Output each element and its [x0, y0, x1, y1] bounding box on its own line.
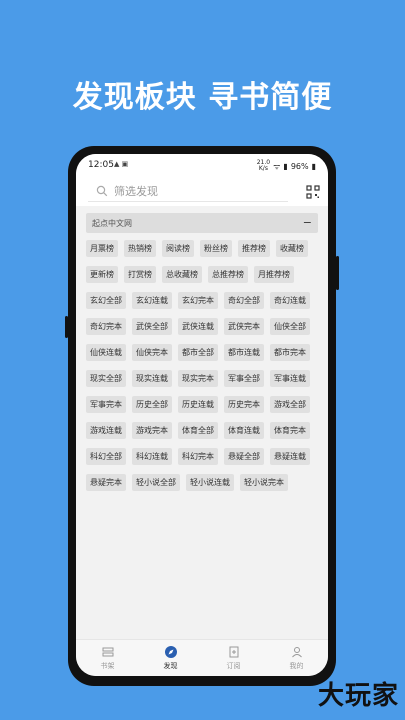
tab-label: 我的	[289, 662, 304, 670]
discover-tag[interactable]: 现实完本	[178, 370, 218, 387]
discover-tag[interactable]: 粉丝榜	[200, 240, 232, 257]
discover-tag[interactable]: 奇幻完本	[86, 318, 126, 335]
discover-tag[interactable]: 科幻全部	[86, 448, 126, 465]
discover-tag[interactable]: 仙侠连载	[86, 344, 126, 361]
tab-bookshelf[interactable]: 书架	[76, 640, 139, 676]
discover-tag[interactable]: 悬疑全部	[224, 448, 264, 465]
tag-list: 月票榜 热销榜 阅读榜 粉丝榜 推荐榜 收藏榜更新榜 打赏榜 总收藏榜 总推荐榜 月推荐榜玄幻全部…	[86, 240, 322, 491]
discover-tag[interactable]: 轻小说全部	[132, 474, 180, 491]
discover-tag[interactable]: 体育全部	[178, 422, 218, 439]
search-bar: 筛选发现	[76, 176, 328, 206]
discover-tag[interactable]: 体育连载	[224, 422, 264, 439]
discover-tag[interactable]: 历史全部	[132, 396, 172, 413]
discover-tag[interactable]: 轻小说完本	[240, 474, 288, 491]
tab-label: 书架	[100, 662, 115, 670]
status-bar: 12:05 ▲ ▣ 21.0 K/s ᯤ ▮ 96% ▮	[76, 154, 328, 176]
tab-label: 发现	[163, 662, 178, 670]
bottom-tab-bar: 书架 发现 订阅 我的	[76, 639, 328, 676]
discover-tag[interactable]: 阅读榜	[162, 240, 194, 257]
tab-compass[interactable]: 发现	[139, 640, 202, 676]
discover-tag[interactable]: 现实全部	[86, 370, 126, 387]
battery-icon: ▮	[311, 161, 316, 171]
discover-tag[interactable]: 月推荐榜	[254, 266, 294, 283]
subscribe-icon	[229, 646, 238, 658]
collapse-icon[interactable]: −	[303, 217, 312, 228]
status-right: 21.0 K/s ᯤ ▮ 96% ▮	[257, 160, 316, 172]
headline: 发现板块 寻书简便	[72, 80, 333, 115]
discover-tag[interactable]: 军事连载	[270, 370, 310, 387]
discover-tag[interactable]: 游戏完本	[132, 422, 172, 439]
discover-tag[interactable]: 奇幻连载	[270, 292, 310, 309]
discover-tag[interactable]: 奇幻全部	[224, 292, 264, 309]
discover-tag[interactable]: 游戏连载	[86, 422, 126, 439]
discover-tag[interactable]: 军事完本	[86, 396, 126, 413]
discover-tag[interactable]: 仙侠完本	[132, 344, 172, 361]
discover-tag[interactable]: 总推荐榜	[208, 266, 248, 283]
watermark-logo: 大玩家	[317, 681, 399, 711]
discover-tag[interactable]: 玄幻全部	[86, 292, 126, 309]
tab-subscribe[interactable]: 订阅	[202, 640, 265, 676]
network-speed: 21.0 K/s	[256, 159, 271, 172]
tab-label: 订阅	[226, 662, 241, 670]
discover-tag[interactable]: 月票榜	[86, 240, 118, 257]
notification-icons: ▲ ▣	[114, 160, 129, 168]
discover-tag[interactable]: 科幻完本	[178, 448, 218, 465]
discover-tag[interactable]: 军事全部	[224, 370, 264, 387]
discover-tag[interactable]: 都市连载	[224, 344, 264, 361]
discover-tag[interactable]: 仙侠全部	[270, 318, 310, 335]
discover-tag[interactable]: 武侠连载	[178, 318, 218, 335]
discover-tag[interactable]: 都市完本	[270, 344, 310, 361]
discover-tag[interactable]: 现实连载	[132, 370, 172, 387]
discover-tag[interactable]: 热销榜	[124, 240, 156, 257]
discover-tag[interactable]: 历史连载	[178, 396, 218, 413]
discover-tag[interactable]: 玄幻连载	[132, 292, 172, 309]
section-title: 起点中文网	[92, 219, 132, 228]
discover-tag[interactable]: 总收藏榜	[162, 266, 202, 283]
discover-tag[interactable]: 悬疑连载	[270, 448, 310, 465]
discover-tag[interactable]: 历史完本	[224, 396, 264, 413]
discover-tag[interactable]: 轻小说连载	[186, 474, 234, 491]
tab-user[interactable]: 我的	[265, 640, 328, 676]
compass-icon	[164, 646, 177, 658]
search-placeholder: 筛选发现	[114, 185, 158, 198]
discover-tag[interactable]: 悬疑完本	[86, 474, 126, 491]
discover-tag[interactable]: 科幻连载	[132, 448, 172, 465]
discover-tag[interactable]: 玄幻完本	[178, 292, 218, 309]
discover-tag[interactable]: 游戏全部	[270, 396, 310, 413]
discover-tag[interactable]: 都市全部	[178, 344, 218, 361]
discover-tag[interactable]: 收藏榜	[276, 240, 308, 257]
user-icon	[291, 647, 302, 658]
discover-tag[interactable]: 推荐榜	[238, 240, 270, 257]
discover-tag[interactable]: 体育完本	[270, 422, 310, 439]
phone-side-button	[65, 316, 68, 338]
status-time: 12:05	[88, 160, 114, 170]
scan-icon[interactable]	[306, 185, 320, 199]
discover-tag[interactable]: 更新榜	[86, 266, 118, 283]
source-section-header[interactable]: 起点中文网 −	[86, 213, 318, 233]
search-input[interactable]: 筛选发现	[88, 181, 288, 202]
discover-tag[interactable]: 武侠全部	[132, 318, 172, 335]
discover-tag[interactable]: 打赏榜	[124, 266, 156, 283]
signal-icon: ▮	[283, 161, 288, 171]
phone-frame: 12:05 ▲ ▣ 21.0 K/s ᯤ ▮ 96% ▮ 筛选发现 起点中文网 …	[65, 146, 339, 686]
wifi-icon: ᯤ	[273, 161, 281, 171]
search-icon	[96, 185, 108, 197]
bookshelf-icon	[102, 647, 113, 657]
phone-side-button	[336, 256, 339, 290]
discover-tag[interactable]: 武侠完本	[224, 318, 264, 335]
phone-screen: 12:05 ▲ ▣ 21.0 K/s ᯤ ▮ 96% ▮ 筛选发现 起点中文网 …	[76, 154, 328, 676]
battery-level: 96%	[290, 161, 309, 171]
